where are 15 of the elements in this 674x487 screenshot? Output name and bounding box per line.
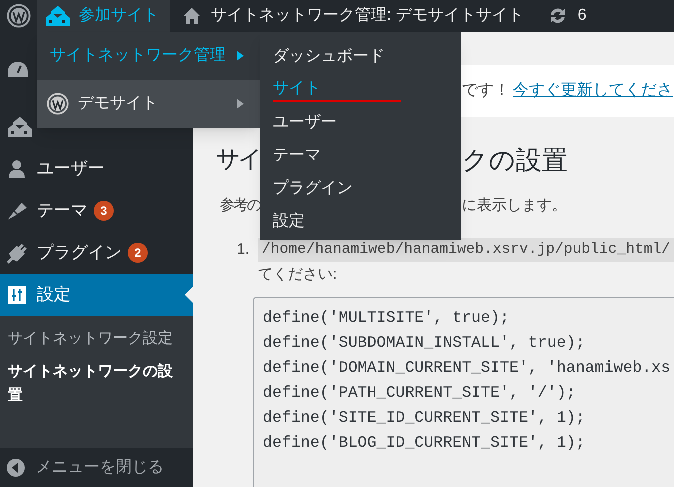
- code-line: define('DOMAIN_CURRENT_SITE', 'hanamiweb.xs: [263, 358, 672, 378]
- code-line: define('PATH_CURRENT_SITE', '/');: [263, 382, 577, 404]
- intro-text: に表示します。: [462, 196, 567, 216]
- code-line: define('MULTISITE', true);: [263, 308, 510, 328]
- code-line: define('SUBDOMAIN_INSTALL', true);: [263, 332, 586, 354]
- code-line: define('SITE_ID_CURRENT_SITE', 1);: [263, 408, 586, 428]
- page-title: クの設置: [462, 144, 569, 177]
- page-title: サイ: [216, 145, 260, 175]
- notice-text: です！: [462, 81, 510, 101]
- instruction-text: てください:: [258, 264, 338, 284]
- list-number: 1.: [237, 240, 251, 260]
- code-line: define('BLOG_ID_CURRENT_SITE', 1);: [263, 432, 586, 454]
- file-path: /home/hanamiweb/hanamiweb.xsrv.jp/public_html/: [258, 238, 674, 262]
- count-badge: 2: [128, 243, 148, 263]
- count-badge: 3: [94, 201, 114, 221]
